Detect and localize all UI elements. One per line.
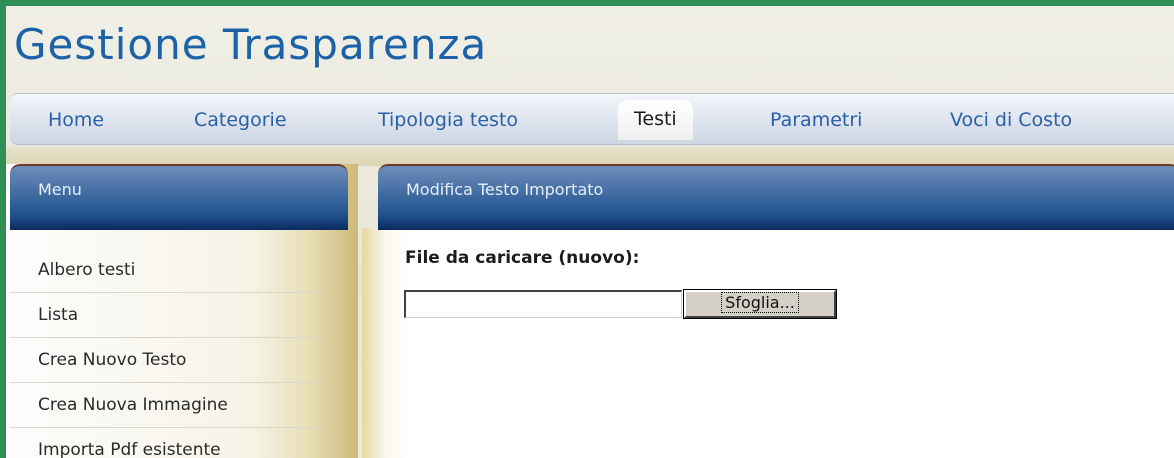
sidebar-item-albero-testi[interactable]: Albero testi: [10, 248, 330, 292]
nav-voci-di-costo[interactable]: Voci di Costo: [934, 104, 1088, 136]
nav-categorie[interactable]: Categorie: [178, 104, 303, 136]
sidebar-header: Menu: [10, 164, 348, 230]
main-header: Modifica Testo Importato: [378, 164, 1174, 230]
nav-testi[interactable]: Testi: [618, 100, 693, 140]
app-title: Gestione Trasparenza: [14, 20, 488, 69]
browse-button[interactable]: Sfoglia...: [683, 289, 837, 319]
app-frame: Gestione Trasparenza Home Categorie Tipo…: [0, 0, 1174, 458]
main-title: Modifica Testo Importato: [406, 180, 604, 199]
sidebar-item-crea-nuova-immagine[interactable]: Crea Nuova Immagine: [10, 382, 324, 427]
sidebar-menu: Albero testi Lista Crea Nuovo Testo Crea…: [10, 248, 330, 458]
file-path-input[interactable]: [404, 290, 682, 318]
sidebar-item-importa-pdf[interactable]: Importa Pdf esistente: [10, 427, 324, 458]
nav-parametri[interactable]: Parametri: [754, 104, 878, 136]
sidebar-title: Menu: [38, 180, 82, 199]
top-nav: Home Categorie Tipologia testo Testi Par…: [10, 93, 1174, 145]
browse-button-label: Sfoglia...: [721, 292, 799, 313]
file-upload-label: File da caricare (nuovo):: [405, 248, 640, 268]
sidebar-item-lista[interactable]: Lista: [10, 292, 324, 337]
nav-home[interactable]: Home: [32, 104, 120, 136]
sidebar-item-crea-nuovo-testo[interactable]: Crea Nuovo Testo: [10, 337, 324, 382]
nav-tipologia-testo[interactable]: Tipologia testo: [362, 104, 534, 136]
divider-band: [6, 146, 1174, 166]
